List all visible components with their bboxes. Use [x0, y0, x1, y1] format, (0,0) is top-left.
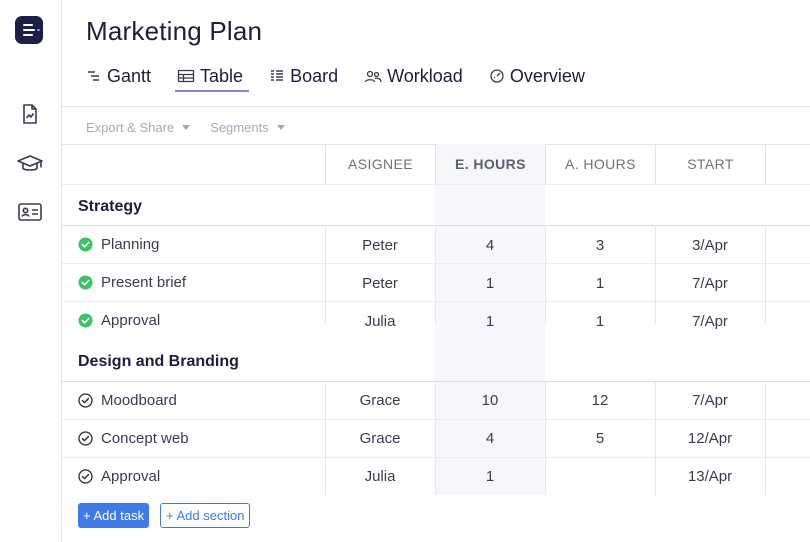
- divider: [62, 106, 810, 107]
- divider: [62, 381, 810, 382]
- table-icon: [177, 69, 195, 83]
- start-cell[interactable]: 12/Apr: [655, 430, 765, 447]
- divider: [325, 381, 326, 495]
- assignee-cell[interactable]: Peter: [325, 275, 435, 292]
- assignee-cell[interactable]: Grace: [325, 430, 435, 447]
- task-table: ASIGNEE E. HOURS A. HOURS START Strategy…: [62, 144, 810, 495]
- tab-board[interactable]: Board: [269, 62, 338, 90]
- contact-card-icon[interactable]: [17, 200, 43, 224]
- toolbar: Export & Share Segments: [86, 120, 305, 135]
- tab-workload[interactable]: Workload: [364, 62, 463, 90]
- divider: [62, 263, 810, 264]
- tab-label: Workload: [387, 65, 463, 86]
- task-name[interactable]: Approval: [78, 312, 160, 329]
- sidebar: [0, 0, 62, 542]
- section-title[interactable]: Strategy: [78, 198, 142, 216]
- e-hours-cell[interactable]: 4: [435, 430, 545, 447]
- task-name[interactable]: Present brief: [78, 274, 186, 291]
- divider: [765, 225, 766, 324]
- add-task-button[interactable]: + Add task: [78, 503, 150, 528]
- assignee-cell[interactable]: Julia: [325, 313, 435, 330]
- divider: [655, 225, 656, 324]
- start-cell[interactable]: 7/Apr: [655, 313, 765, 330]
- page-title: Marketing Plan: [86, 16, 263, 46]
- divider: [655, 381, 656, 495]
- task-label: Concept web: [101, 430, 189, 447]
- start-cell[interactable]: 3/Apr: [655, 237, 765, 254]
- column-header-start[interactable]: START: [655, 144, 765, 184]
- graduation-cap-icon[interactable]: [16, 152, 44, 176]
- start-cell[interactable]: 7/Apr: [655, 275, 765, 292]
- tab-overview[interactable]: Overview: [489, 62, 585, 90]
- a-hours-cell[interactable]: 12: [545, 392, 655, 409]
- column-header-a-hours[interactable]: A. HOURS: [545, 144, 655, 184]
- divider: [62, 225, 810, 226]
- e-hours-cell[interactable]: 1: [435, 275, 545, 292]
- task-name[interactable]: Concept web: [78, 430, 189, 447]
- task-name[interactable]: Planning: [78, 236, 159, 253]
- e-hours-cell[interactable]: 4: [435, 237, 545, 254]
- document-chart-icon[interactable]: [18, 102, 42, 126]
- check-done-icon[interactable]: [78, 237, 93, 252]
- task-label: Planning: [101, 236, 160, 253]
- divider: [62, 457, 810, 458]
- tab-label: Table: [200, 65, 244, 86]
- divider: [325, 225, 326, 324]
- divider: [435, 381, 436, 495]
- chevron-down-icon: [276, 125, 285, 130]
- divider: [62, 184, 810, 185]
- board-icon: [271, 70, 284, 81]
- overview-icon: [490, 69, 504, 83]
- divider: [545, 381, 546, 495]
- divider: [765, 381, 766, 495]
- export-share-dropdown[interactable]: Export & Share: [86, 120, 191, 135]
- check-open-icon[interactable]: [78, 393, 93, 408]
- divider: [435, 225, 436, 324]
- add-section-button[interactable]: + Add section: [160, 503, 251, 528]
- start-cell[interactable]: 7/Apr: [655, 392, 765, 409]
- e-hours-cell[interactable]: 10: [435, 392, 545, 409]
- tab-table[interactable]: Table: [175, 62, 250, 92]
- segments-dropdown[interactable]: Segments: [210, 120, 285, 135]
- check-open-icon[interactable]: [78, 469, 93, 484]
- tab-label: Gantt: [107, 65, 152, 86]
- assignee-cell[interactable]: Grace: [325, 392, 435, 409]
- e-hours-cell[interactable]: 1: [435, 313, 545, 330]
- view-tabs: Gantt Table Board Workload Overview: [86, 62, 611, 94]
- task-label: Approval: [101, 468, 161, 485]
- task-label: Present brief: [101, 274, 187, 291]
- a-hours-cell[interactable]: 5: [545, 430, 655, 447]
- tab-label: Overview: [509, 65, 585, 86]
- segments-label: Segments: [210, 120, 269, 135]
- app-logo[interactable]: [15, 16, 43, 44]
- column-header-next[interactable]: [765, 144, 810, 184]
- workload-icon: [364, 70, 382, 83]
- gantt-icon: [88, 71, 99, 81]
- task-label: Moodboard: [101, 392, 177, 409]
- tab-label: Board: [290, 65, 339, 86]
- column-header-e-hours[interactable]: E. HOURS: [435, 144, 545, 184]
- task-label: Approval: [101, 312, 161, 329]
- divider: [545, 225, 546, 324]
- tab-gantt[interactable]: Gantt: [86, 62, 151, 90]
- divider: [62, 301, 810, 302]
- check-open-icon[interactable]: [78, 431, 93, 446]
- start-cell[interactable]: 13/Apr: [655, 468, 765, 485]
- divider: [62, 419, 810, 420]
- a-hours-cell[interactable]: 1: [545, 275, 655, 292]
- a-hours-cell[interactable]: 1: [545, 313, 655, 330]
- e-hours-cell[interactable]: 1: [435, 468, 545, 485]
- check-done-icon[interactable]: [78, 275, 93, 290]
- chevron-down-icon: [182, 125, 191, 130]
- task-name[interactable]: Moodboard: [78, 392, 177, 409]
- column-header-assignee[interactable]: ASIGNEE: [325, 144, 435, 184]
- task-name[interactable]: Approval: [78, 468, 160, 485]
- assignee-cell[interactable]: Julia: [325, 468, 435, 485]
- export-share-label: Export & Share: [86, 120, 175, 135]
- check-done-icon[interactable]: [78, 313, 93, 328]
- section-title[interactable]: Design and Branding: [78, 353, 239, 371]
- assignee-cell[interactable]: Peter: [325, 237, 435, 254]
- a-hours-cell[interactable]: 3: [545, 237, 655, 254]
